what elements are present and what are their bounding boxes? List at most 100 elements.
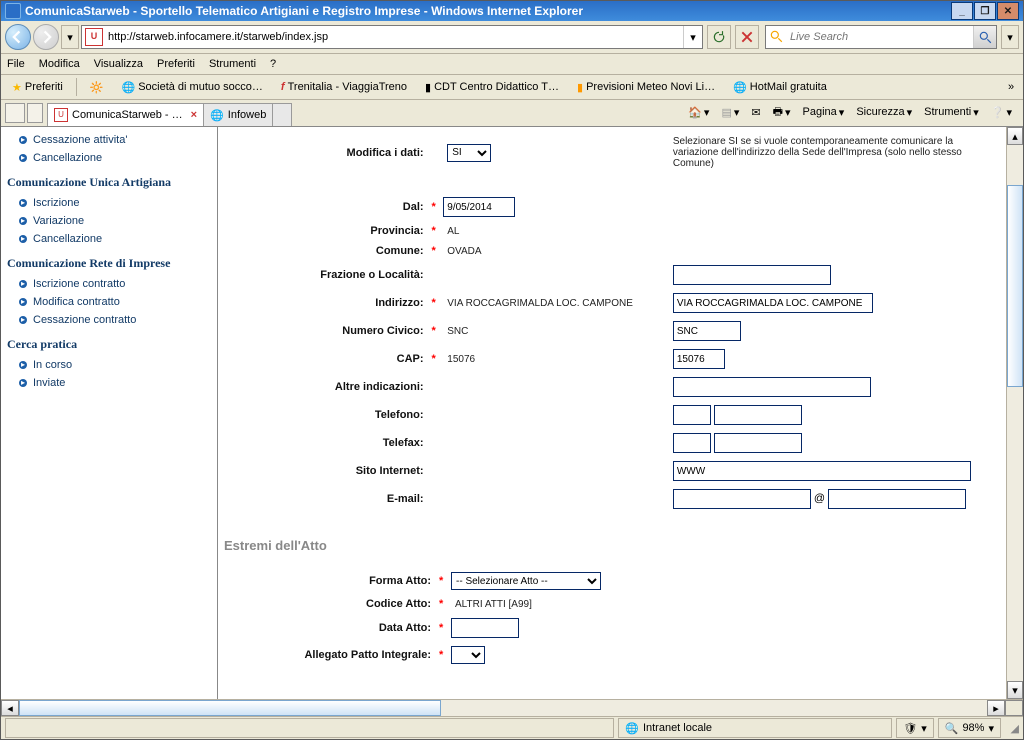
required-marker: * — [432, 194, 442, 220]
input-altre[interactable] — [673, 377, 871, 397]
menu-modifica[interactable]: Modifica — [39, 58, 80, 70]
input-email-local[interactable] — [673, 489, 811, 509]
hscroll-track[interactable] — [19, 700, 987, 716]
scroll-down-button[interactable]: ▾ — [1007, 681, 1023, 699]
safety-menu[interactable]: Sicurezza▾ — [851, 101, 917, 123]
home-button[interactable]: 🏠▾ — [683, 101, 714, 123]
site-icon: U — [54, 108, 68, 122]
help-button[interactable]: ❔▾ — [986, 101, 1017, 123]
label-forma-atto: Forma Atto: — [226, 569, 437, 593]
quick-tabs-button[interactable] — [5, 103, 25, 123]
sidebar-item-variazione[interactable]: ▸Variazione — [1, 212, 217, 230]
tab-list-dropdown[interactable] — [27, 103, 43, 123]
scroll-up-button[interactable]: ▴ — [1007, 127, 1023, 145]
print-button[interactable]: 🖶▾ — [768, 101, 796, 123]
sidebar-item-cessazione-attivita[interactable]: ▸Cessazione attivita' — [1, 131, 217, 149]
scroll-right-button[interactable]: ▸ — [987, 700, 1005, 716]
select-forma-atto[interactable]: -- Selezionare Atto -- — [451, 572, 601, 590]
stop-button[interactable] — [735, 25, 759, 49]
sidebar-item-iscrizione-contratto[interactable]: ▸Iscrizione contratto — [1, 275, 217, 293]
menu-strumenti[interactable]: Strumenti — [209, 58, 256, 70]
scroll-left-button[interactable]: ◂ — [1, 700, 19, 716]
recent-pages-dropdown[interactable]: ▾ — [61, 25, 79, 49]
refresh-button[interactable] — [707, 25, 731, 49]
sidebar-item-cancellazione-art[interactable]: ▸Cancellazione — [1, 230, 217, 248]
horizontal-scrollbar[interactable]: ◂ ▸ — [1, 699, 1023, 716]
sidebar-item-modifica-contratto[interactable]: ▸Modifica contratto — [1, 293, 217, 311]
bullet-icon: ▸ — [19, 361, 27, 369]
rss-icon: ▤ — [721, 106, 731, 119]
input-telefax-prefix[interactable] — [673, 433, 711, 453]
scroll-thumb[interactable] — [1007, 185, 1023, 387]
resize-grip[interactable]: ◢ — [1005, 722, 1019, 735]
label-altre: Altre indicazioni: — [226, 374, 430, 400]
search-go-button[interactable] — [973, 26, 996, 48]
tab-active[interactable]: U ComunicaStarweb - … × — [47, 103, 204, 126]
input-sito[interactable] — [673, 461, 971, 481]
hint-modifica-dati: Selezionare SI se si vuole contemporanea… — [673, 133, 982, 172]
sidebar-item-cancellazione[interactable]: ▸Cancellazione — [1, 149, 217, 167]
fav-link-hotmail[interactable]: 🌐HotMail gratuita — [726, 76, 834, 98]
forward-button[interactable] — [33, 24, 59, 50]
fav-link-meteo[interactable]: ▮Previsioni Meteo Novi Li… — [570, 76, 722, 98]
select-modifica-dati[interactable]: SI — [447, 144, 491, 162]
sidebar-section-cerca: Cerca pratica — [7, 337, 211, 352]
value-codice-atto: ALTRI ATTI [A99] — [451, 595, 982, 613]
favorites-overflow[interactable]: » — [1003, 81, 1019, 93]
scroll-track[interactable] — [1007, 145, 1023, 681]
close-button[interactable]: ✕ — [997, 2, 1019, 20]
menu-visualizza[interactable]: Visualizza — [94, 58, 143, 70]
favorites-button[interactable]: ★Preferiti — [5, 76, 70, 98]
close-tab-icon[interactable]: × — [191, 109, 197, 121]
tab-infoweb[interactable]: 🌐 Infoweb — [203, 103, 273, 126]
sidebar-item-cessazione-contratto[interactable]: ▸Cessazione contratto — [1, 311, 217, 329]
fav-link-trenitalia[interactable]: fTrenitalia - ViaggiaTreno — [274, 76, 414, 98]
input-telefono[interactable] — [714, 405, 802, 425]
address-bar[interactable]: U ▾ — [81, 25, 703, 49]
suggested-sites-button[interactable]: 🔆 — [83, 76, 111, 98]
menu-file[interactable]: File — [7, 58, 25, 70]
required-marker: * — [432, 346, 442, 372]
page-menu[interactable]: Pagina▾ — [798, 101, 850, 123]
fav-link-cdt[interactable]: ▮CDT Centro Didattico T… — [418, 76, 566, 98]
address-input[interactable] — [106, 30, 683, 44]
minimize-button[interactable]: _ — [951, 2, 973, 20]
input-telefax[interactable] — [714, 433, 802, 453]
help-icon: ❔ — [991, 106, 1005, 119]
label-cap: CAP: — [226, 346, 430, 372]
fav-link-societa[interactable]: 🌐Società di mutuo socco… — [114, 76, 269, 98]
tools-menu[interactable]: Strumenti▾ — [919, 101, 984, 123]
sidebar-item-inviate[interactable]: ▸Inviate — [1, 374, 217, 392]
input-cap[interactable] — [673, 349, 725, 369]
menu-help[interactable]: ? — [270, 58, 276, 70]
protected-mode-pane[interactable]: 🛡▾ — [896, 718, 934, 738]
input-indirizzo[interactable] — [673, 293, 873, 313]
input-email-domain[interactable] — [828, 489, 966, 509]
vertical-scrollbar[interactable]: ▴ ▾ — [1006, 127, 1023, 699]
sidebar-item-in-corso[interactable]: ▸In corso — [1, 356, 217, 374]
search-options-dropdown[interactable]: ▾ — [1001, 25, 1019, 49]
restore-button[interactable]: ❐ — [974, 2, 996, 20]
select-allegato[interactable] — [451, 646, 485, 664]
feeds-button[interactable]: ▤▾ — [716, 101, 744, 123]
input-data-atto[interactable] — [451, 618, 519, 638]
star-icon: ★ — [12, 81, 22, 94]
back-button[interactable] — [5, 24, 31, 50]
new-tab-button[interactable] — [272, 103, 292, 126]
sidebar-item-iscrizione[interactable]: ▸Iscrizione — [1, 194, 217, 212]
input-dal[interactable] — [443, 197, 515, 217]
hscroll-thumb[interactable] — [19, 700, 441, 716]
globe-icon: 🌐 — [121, 81, 135, 94]
input-telefono-prefix[interactable] — [673, 405, 711, 425]
input-civico[interactable] — [673, 321, 741, 341]
search-box[interactable] — [765, 25, 997, 49]
tab-command-bar: U ComunicaStarweb - … × 🌐 Infoweb 🏠▾ ▤▾ … — [1, 100, 1023, 127]
read-mail-button[interactable]: ✉ — [746, 101, 765, 123]
search-input[interactable] — [788, 30, 973, 44]
zoom-pane[interactable]: 🔍98% ▾ — [938, 718, 1001, 738]
bullet-icon: ▸ — [19, 217, 27, 225]
menu-preferiti[interactable]: Preferiti — [157, 58, 195, 70]
input-frazione[interactable] — [673, 265, 831, 285]
address-dropdown[interactable]: ▾ — [683, 26, 702, 48]
status-bar: 🌐 Intranet locale 🛡▾ 🔍98% ▾ ◢ — [1, 716, 1023, 739]
